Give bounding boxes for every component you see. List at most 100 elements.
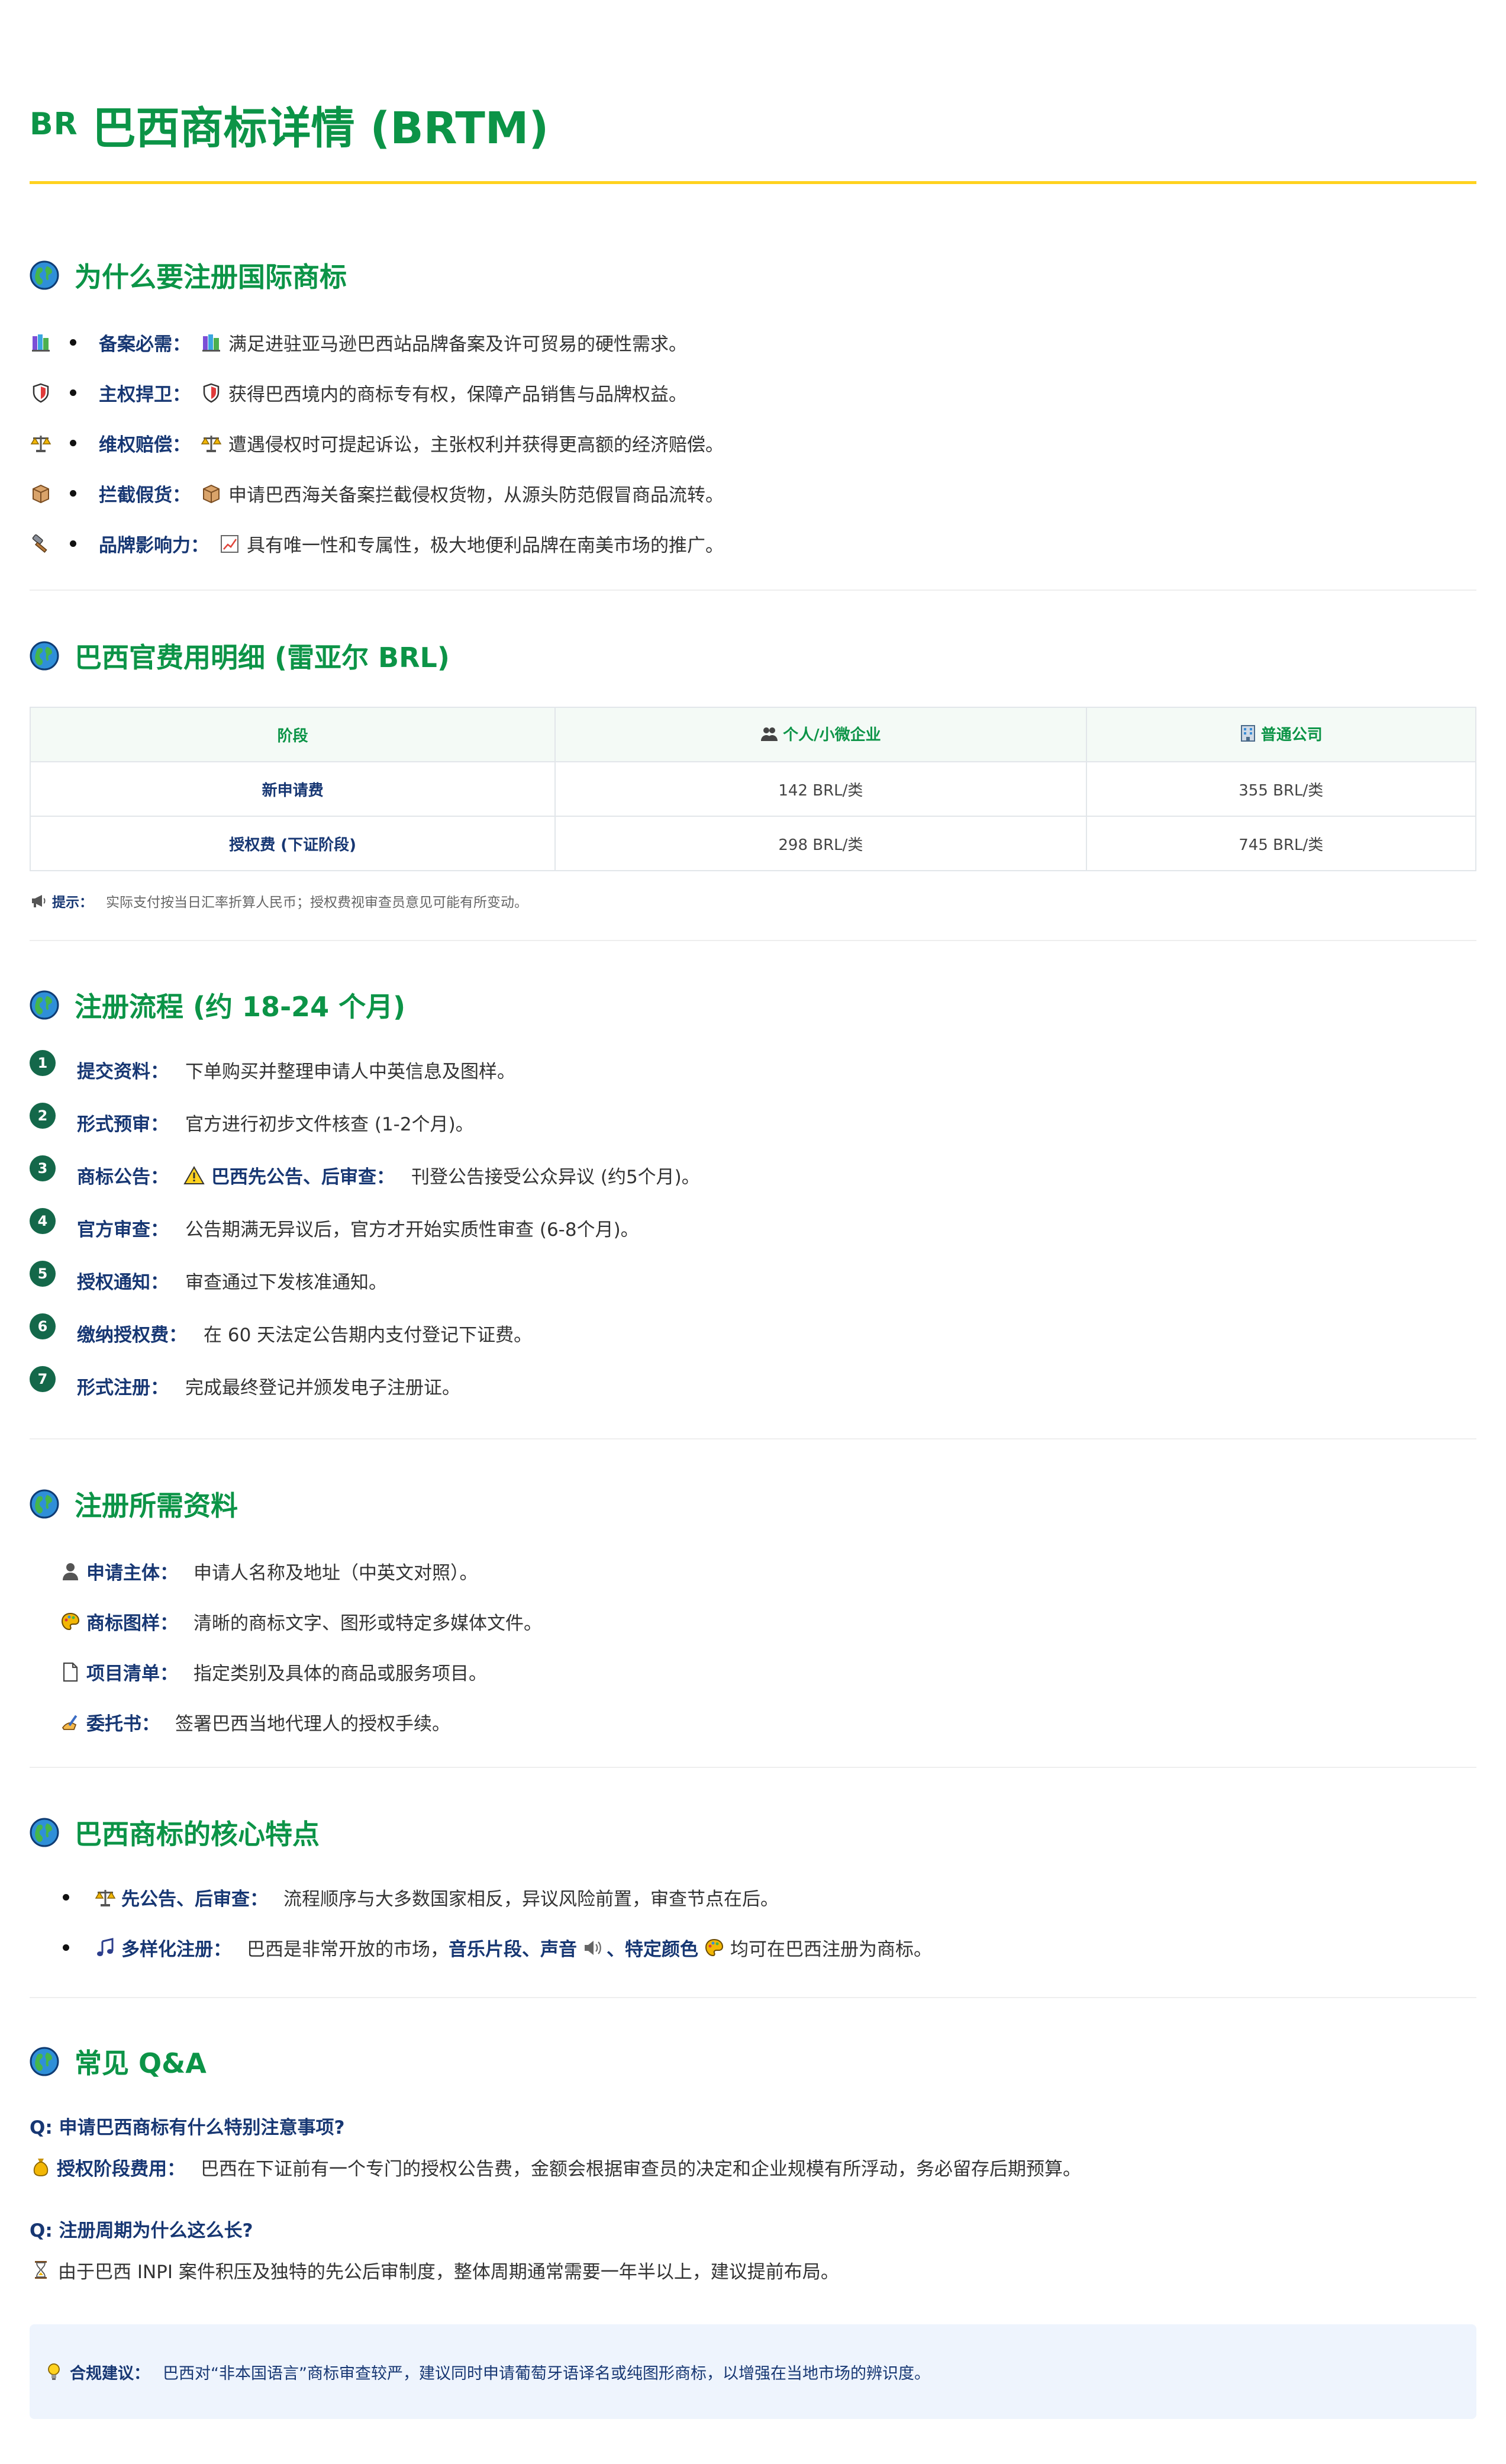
section-title: 为什么要注册国际商标 xyxy=(75,261,347,293)
step-number: 5 xyxy=(30,1260,56,1287)
list-item: 委托书： 签署巴西当地代理人的授权手续。 xyxy=(59,1697,1476,1747)
globe-icon xyxy=(30,1818,59,1847)
step-item: 1 提交资料： 下单购买并整理申请人中英信息及图样。 xyxy=(30,1043,1476,1096)
books-icon xyxy=(200,331,222,354)
palette-icon xyxy=(59,1611,82,1633)
speaker-icon xyxy=(582,1937,604,1959)
list-item: 主权捍卫： 获得巴西境内的商标专有权，保障产品销售与品牌权益。 xyxy=(30,368,1476,418)
scales-icon xyxy=(30,432,52,455)
fee-table: 阶段 个人/小微企业 普通公司 新申请费 142 BRL/类 355 BRL/类… xyxy=(29,707,1477,871)
section-heading: 常见 Q&A xyxy=(30,2042,1476,2081)
step-item: 3 商标公告： 巴西先公告、后审查： 刊登公告接受公众异议 (约5个月)。 xyxy=(30,1149,1476,1202)
section-title: 巴西商标的核心特点 xyxy=(75,1818,320,1850)
step-item: 5 授权通知： 审查通过下发核准通知。 xyxy=(30,1254,1476,1307)
list-item: 商标图样： 清晰的商标文字、图形或特定多媒体文件。 xyxy=(59,1596,1476,1647)
section-heading: 巴西官费用明细 (雷亚尔 BRL) xyxy=(30,636,1476,675)
materials-section: 注册所需资料 申请主体： 申请人名称及地址（中英文对照）。 商标图样： 清晰的商标文… xyxy=(30,1484,1476,1747)
megaphone-icon xyxy=(30,892,47,910)
hourglass-icon xyxy=(30,2259,52,2281)
people-icon xyxy=(761,727,778,741)
list-item: 多样化注册： 巴西是非常开放的市场， 音乐片段、声音 、特定颜色 均可在巴西注册为商… xyxy=(63,1922,1476,1973)
table-header-row: 阶段 个人/小微企业 普通公司 xyxy=(29,707,1477,762)
step-item: 2 形式预审： 官方进行初步文件核查 (1-2个月)。 xyxy=(30,1096,1476,1149)
step-item: 7 形式注册： 完成最终登记并颁发电子注册证。 xyxy=(30,1360,1476,1412)
section-heading: 为什么要注册国际商标 xyxy=(30,256,1476,295)
section-title: 常见 Q&A xyxy=(75,2047,207,2079)
faq-answer: 由于巴西 INPI 案件积压及独特的先公后审制度，整体周期通常需要一年半以上，建… xyxy=(30,2249,1476,2291)
section-heading: 注册流程 (约 18-24 个月) xyxy=(30,985,1476,1025)
scales-icon xyxy=(200,432,222,455)
globe-icon xyxy=(30,641,59,671)
faq-section: 常见 Q&A Q: 申请巴西商标有什么特别注意事项? 授权阶段费用： 巴西在下证前… xyxy=(30,2042,1476,2291)
palette-icon xyxy=(703,1937,725,1959)
table-row: 新申请费 142 BRL/类 355 BRL/类 xyxy=(29,761,1477,817)
person-icon xyxy=(59,1560,82,1583)
faq-question: Q: 注册周期为什么这么长? xyxy=(30,2220,253,2241)
scales-icon xyxy=(94,1886,117,1909)
list-item: 维权赔偿： 遭遇侵权时可提起诉讼，主张权利并获得更高额的经济赔偿。 xyxy=(30,418,1476,468)
column-header: 个人/小微企业 xyxy=(554,707,1087,762)
step-number: 4 xyxy=(30,1207,56,1234)
music-note-icon xyxy=(94,1937,117,1959)
section-title: 注册流程 (约 18-24 个月) xyxy=(75,991,406,1023)
page-title-text: 巴西商标详情 (BRTM) xyxy=(92,102,549,154)
step-number: 3 xyxy=(30,1155,56,1181)
fee-tip: 提示： 实际支付按当日汇率折算人民币；授权费视审查员意见可能有所变动。 xyxy=(30,889,1476,913)
section-heading: 巴西商标的核心特点 xyxy=(30,1813,1476,1852)
section-divider xyxy=(30,1767,1476,1768)
page-title: BR 巴西商标详情 (BRTM) xyxy=(30,94,1476,155)
step-item: 6 缴纳授权费：在 60 天法定公告期内支付登记下证费。 xyxy=(30,1307,1476,1360)
compliance-note: 合规建议： 巴西对“非本国语言”商标审查较严，建议同时申请葡萄牙语译名或纯图形商… xyxy=(30,2324,1476,2419)
shield-icon xyxy=(200,382,222,404)
document-icon xyxy=(59,1661,82,1683)
process-section: 注册流程 (约 18-24 个月) 1 提交资料： 下单购买并整理申请人中英信息及图… xyxy=(30,985,1476,1412)
list-item: 备案必需： 满足进驻亚马逊巴西站品牌备案及许可贸易的硬性需求。 xyxy=(30,317,1476,368)
step-number: 1 xyxy=(30,1049,56,1076)
warning-icon xyxy=(183,1164,205,1187)
faq-question: Q: 申请巴西商标有什么特别注意事项? xyxy=(30,2117,345,2138)
chart-icon xyxy=(218,533,241,555)
globe-icon xyxy=(30,1489,59,1519)
globe-icon xyxy=(30,990,59,1020)
title-underline xyxy=(30,181,1476,184)
why-list: 备案必需： 满足进驻亚马逊巴西站品牌备案及许可贸易的硬性需求。 主权捍卫： 获得… xyxy=(30,317,1476,569)
materials-list: 申请主体： 申请人名称及地址（中英文对照）。 商标图样： 清晰的商标文字、图形或特定… xyxy=(30,1546,1476,1747)
list-item: 先公告、后审查： 流程顺序与大多数国家相反，异议风险前置，审查节点在后。 xyxy=(63,1872,1476,1922)
list-item: 拦截假货： 申请巴西海关备案拦截侵权货物，从源头防范假冒商品流转。 xyxy=(30,468,1476,518)
table-row: 授权费 (下证阶段) 298 BRL/类 745 BRL/类 xyxy=(29,816,1477,871)
faq-answer: 授权阶段费用： 巴西在下证前有一个专门的授权公告费，金额会根据审查员的决定和企业规… xyxy=(30,2146,1476,2188)
section-divider xyxy=(30,940,1476,941)
hammer-icon xyxy=(30,533,52,555)
section-title: 注册所需资料 xyxy=(75,1490,238,1522)
section-title: 巴西官费用明细 (雷亚尔 BRL) xyxy=(75,642,450,674)
writing-hand-icon xyxy=(59,1711,82,1734)
section-divider xyxy=(30,1997,1476,1998)
globe-icon xyxy=(30,2047,59,2076)
globe-icon xyxy=(30,260,59,290)
features-list: 先公告、后审查： 流程顺序与大多数国家相反，异议风险前置，审查节点在后。 多样化注… xyxy=(30,1872,1476,1973)
why-register-section: 为什么要注册国际商标 备案必需： 满足进驻亚马逊巴西站品牌备案及许可贸易的硬性需… xyxy=(30,256,1476,569)
list-item: 品牌影响力： 具有唯一性和专属性，极大地便利品牌在南美市场的推广。 xyxy=(30,518,1476,569)
section-divider xyxy=(30,590,1476,591)
step-number: 6 xyxy=(30,1313,56,1339)
step-number: 7 xyxy=(30,1365,56,1392)
step-number: 2 xyxy=(30,1102,56,1129)
features-section: 巴西商标的核心特点 先公告、后审查： 流程顺序与大多数国家相反，异议风险前置，审查… xyxy=(30,1813,1476,1973)
shield-icon xyxy=(30,382,52,404)
flag-code: BR xyxy=(30,107,78,142)
office-building-icon xyxy=(1240,725,1255,742)
lightbulb-icon xyxy=(43,2360,65,2383)
process-steps: 1 提交资料： 下单购买并整理申请人中英信息及图样。 2 形式预审： 官方进行初步文件核… xyxy=(30,1043,1476,1412)
column-header: 普通公司 xyxy=(1085,707,1477,762)
list-item: 项目清单： 指定类别及具体的商品或服务项目。 xyxy=(59,1647,1476,1697)
fees-section: 巴西官费用明细 (雷亚尔 BRL) 阶段 个人/小微企业 普通公司 新申请费 1… xyxy=(29,636,1477,913)
books-icon xyxy=(30,331,52,354)
step-item: 4 官方审查： 公告期满无异议后，官方才开始实质性审查 (6-8个月)。 xyxy=(30,1202,1476,1254)
money-bag-icon xyxy=(30,2156,52,2178)
package-icon xyxy=(30,482,52,505)
column-header: 阶段 xyxy=(29,707,556,762)
section-divider xyxy=(30,1438,1476,1439)
list-item: 申请主体： 申请人名称及地址（中英文对照）。 xyxy=(59,1546,1476,1596)
package-icon xyxy=(200,482,222,505)
section-heading: 注册所需资料 xyxy=(30,1484,1476,1524)
